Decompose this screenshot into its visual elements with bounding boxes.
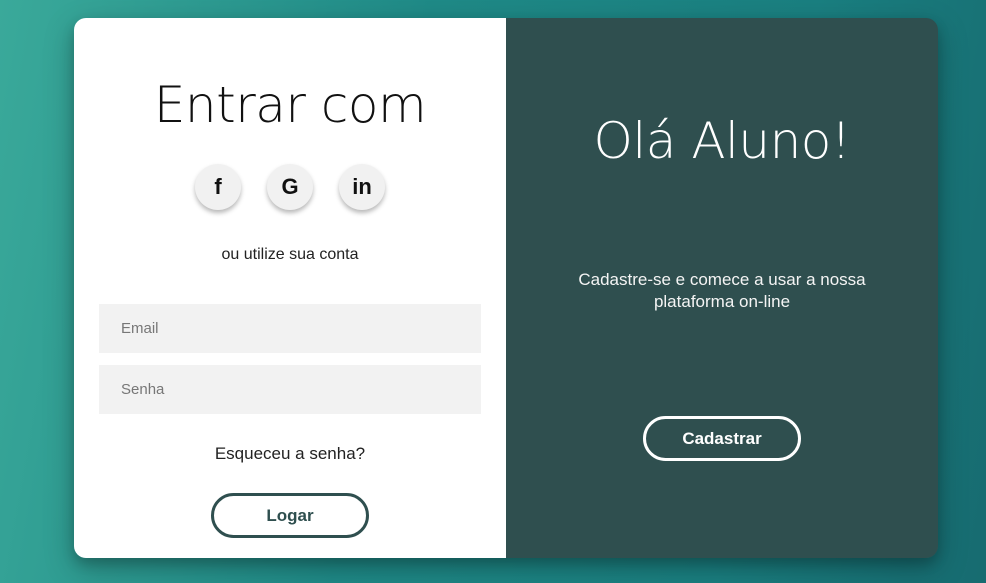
auth-card: Entrar com f G in ou utilize sua conta E… <box>74 18 938 558</box>
google-icon[interactable]: G <box>267 164 313 210</box>
alt-login-text: ou utilize sua conta <box>221 246 359 263</box>
forgot-password-link[interactable]: Esqueceu a senha? <box>74 444 506 464</box>
signup-panel: Olá Aluno! Cadastre-se e comece a usar a… <box>506 18 938 558</box>
register-button[interactable]: Cadastrar <box>643 416 801 461</box>
login-title: Entrar com <box>153 76 427 134</box>
login-panel: Entrar com f G in ou utilize sua conta E… <box>74 18 506 558</box>
login-button[interactable]: Logar <box>211 493 369 538</box>
signup-description: Cadastre-se e comece a usar a nossa plat… <box>578 270 866 311</box>
facebook-icon[interactable]: f <box>195 164 241 210</box>
linkedin-icon[interactable]: in <box>339 164 385 210</box>
signup-title: Olá Aluno! <box>593 112 851 170</box>
password-field[interactable] <box>99 365 481 414</box>
email-field[interactable] <box>99 304 481 353</box>
social-login-group: f G in <box>74 164 506 210</box>
